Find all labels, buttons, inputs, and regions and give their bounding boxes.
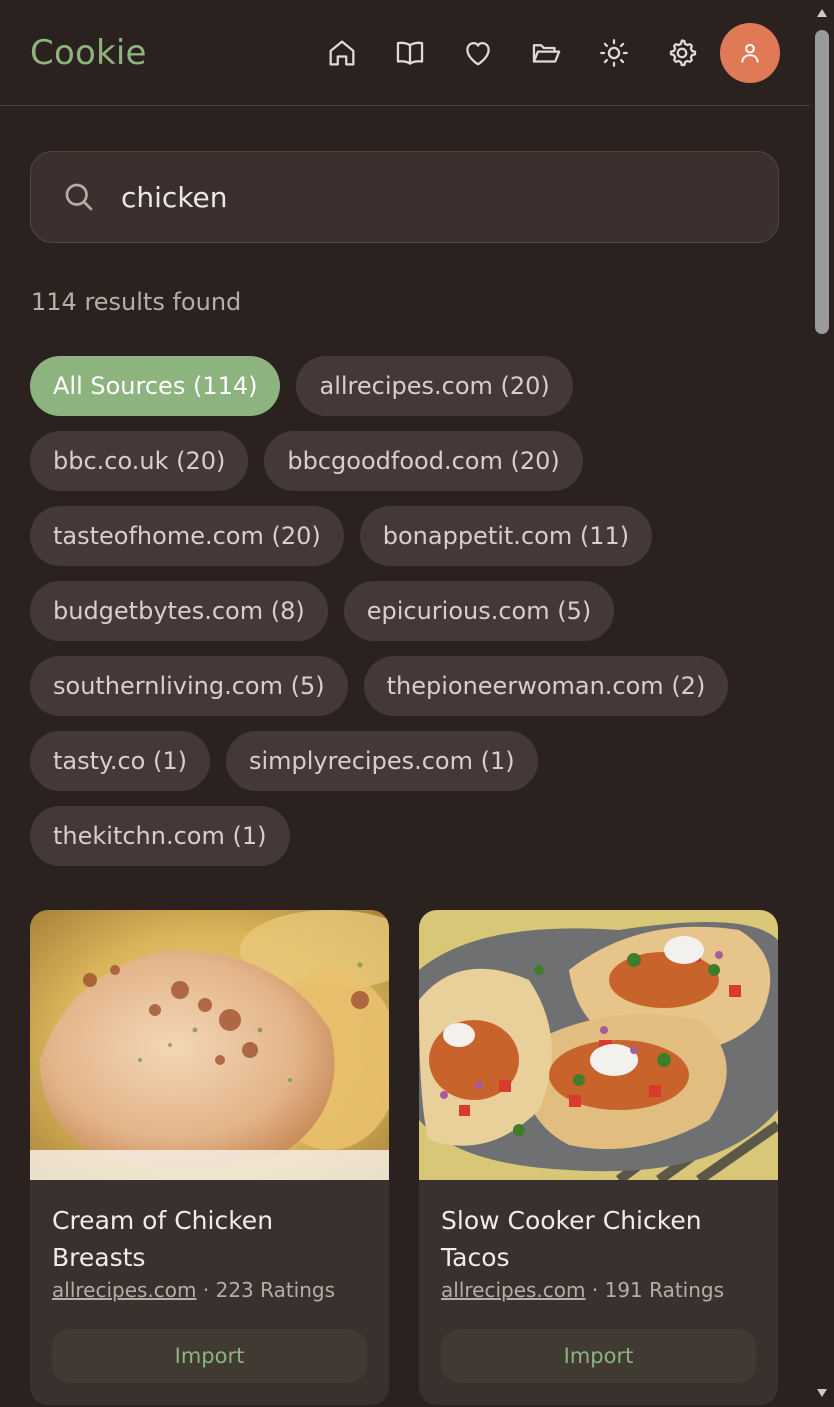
recipe-card[interactable]: Cream of Chicken Breasts allrecipes.com … — [30, 910, 389, 1405]
recipe-meta: allrecipes.com · 223 Ratings — [52, 1278, 367, 1302]
recipe-meta: allrecipes.com · 191 Ratings — [441, 1278, 756, 1302]
source-chip-tasty[interactable]: tasty.co (1) — [30, 731, 210, 791]
recipe-card[interactable]: Slow Cooker Chicken Tacos allrecipes.com… — [419, 910, 778, 1405]
home-icon — [329, 40, 355, 65]
source-chip-simplyrecipes[interactable]: simplyrecipes.com (1) — [225, 731, 538, 791]
scrollbar-thumb[interactable] — [815, 30, 829, 334]
home-button[interactable] — [308, 23, 376, 83]
book-icon — [396, 41, 424, 65]
search-input[interactable] — [121, 180, 721, 214]
scrollbar[interactable] — [810, 0, 834, 1407]
recipe-card-body: Slow Cooker Chicken Tacos allrecipes.com… — [419, 1180, 778, 1302]
source-chip-thekitchn[interactable]: thekitchn.com (1) — [30, 806, 290, 866]
results-count: 114 results found — [31, 288, 242, 316]
source-chip-allrecipes[interactable]: allrecipes.com (20) — [296, 356, 573, 416]
source-chip-southernliving[interactable]: southernliving.com (5) — [30, 656, 348, 716]
favorites-button[interactable] — [444, 23, 512, 83]
scroll-down-arrow-icon[interactable] — [816, 1388, 828, 1398]
source-filter-chips: All Sources (114) allrecipes.com (20) bb… — [30, 356, 780, 866]
recipes-button[interactable] — [376, 23, 444, 83]
meta-separator: · — [202, 1278, 216, 1302]
top-nav — [308, 22, 780, 83]
user-icon — [741, 43, 759, 63]
recipe-image[interactable] — [30, 910, 389, 1180]
scroll-up-arrow-icon[interactable] — [816, 8, 828, 18]
search-bar — [30, 151, 779, 243]
recipe-ratings: 223 Ratings — [215, 1278, 336, 1302]
import-button[interactable]: Import — [52, 1329, 367, 1383]
source-chip-tasteofhome[interactable]: tasteofhome.com (20) — [30, 506, 344, 566]
settings-button[interactable] — [648, 23, 716, 83]
collections-button[interactable] — [512, 23, 580, 83]
source-chip-thepioneerwoman[interactable]: thepioneerwoman.com (2) — [363, 656, 729, 716]
search-icon — [65, 183, 93, 211]
gear-icon — [669, 38, 697, 66]
user-avatar-button[interactable] — [720, 22, 780, 83]
source-chip-budgetbytes[interactable]: budgetbytes.com (8) — [30, 581, 328, 641]
brand-logo[interactable]: Cookie — [30, 33, 147, 73]
recipe-ratings: 191 Ratings — [604, 1278, 725, 1302]
recipe-card-body: Cream of Chicken Breasts allrecipes.com … — [30, 1180, 389, 1302]
import-button[interactable]: Import — [441, 1329, 756, 1383]
theme-toggle-button[interactable] — [580, 23, 648, 83]
meta-separator: · — [591, 1278, 605, 1302]
source-chip-bbc[interactable]: bbc.co.uk (20) — [30, 431, 249, 491]
source-chip-bonappetit[interactable]: bonappetit.com (11) — [359, 506, 653, 566]
recipe-image[interactable] — [419, 910, 778, 1180]
recipe-source-link[interactable]: allrecipes.com — [52, 1278, 197, 1302]
source-chip-epicurious[interactable]: epicurious.com (5) — [343, 581, 615, 641]
recipe-source-link[interactable]: allrecipes.com — [441, 1278, 586, 1302]
heart-icon — [466, 41, 490, 65]
sun-icon — [600, 38, 628, 67]
source-chip-all[interactable]: All Sources (114) — [30, 356, 281, 416]
recipe-title[interactable]: Cream of Chicken Breasts — [52, 1202, 367, 1276]
top-bar: Cookie — [0, 0, 810, 106]
folder-open-icon — [532, 43, 561, 63]
recipe-title[interactable]: Slow Cooker Chicken Tacos — [441, 1202, 756, 1276]
recipe-results-grid: Cream of Chicken Breasts allrecipes.com … — [30, 910, 779, 1405]
source-chip-bbcgoodfood[interactable]: bbcgoodfood.com (20) — [264, 431, 583, 491]
app: Cookie chicken 114 results found All Sou… — [0, 0, 810, 1407]
